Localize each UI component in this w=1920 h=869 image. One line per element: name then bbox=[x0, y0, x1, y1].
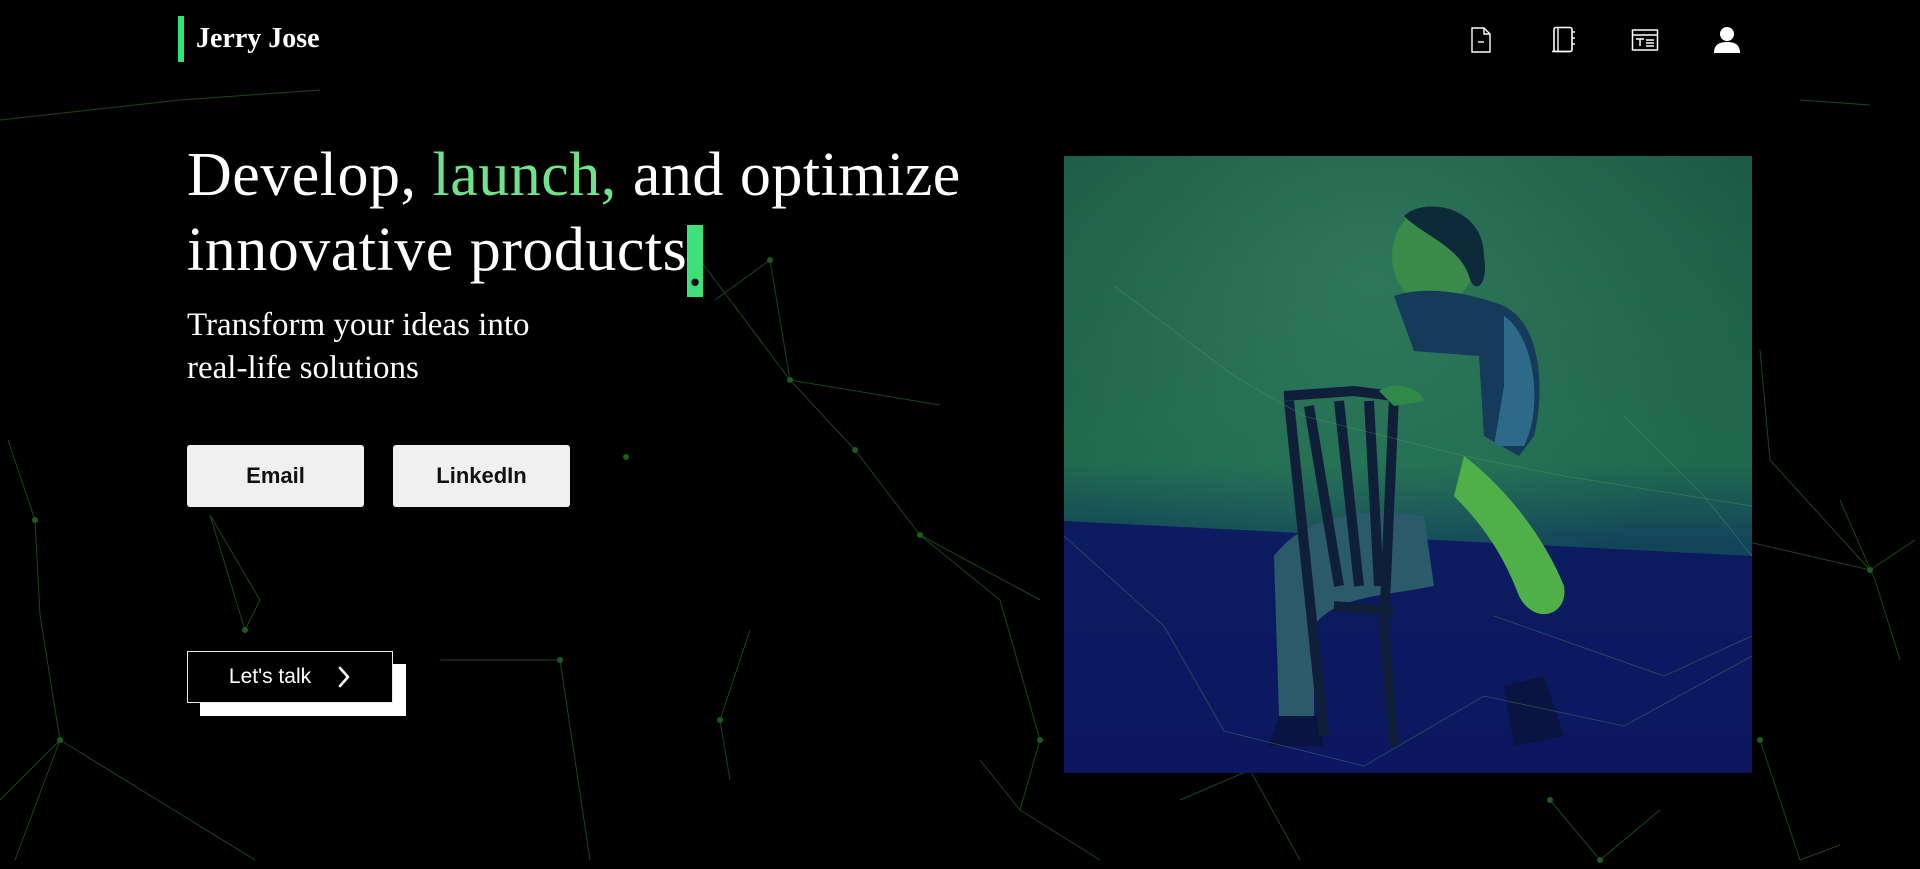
brand-name: Jerry Jose bbox=[196, 23, 320, 54]
projects-icon bbox=[1631, 29, 1659, 51]
nav-resume[interactable] bbox=[1440, 22, 1522, 58]
subhead-line2: real-life solutions bbox=[187, 350, 419, 386]
subhead-line1: Transform your ideas into bbox=[187, 307, 530, 343]
headline-cursor-dot: . bbox=[687, 225, 704, 299]
lets-talk-label: Let's talk bbox=[228, 665, 312, 688]
linkedin-button[interactable]: LinkedIn bbox=[393, 445, 570, 507]
document-icon bbox=[1471, 27, 1491, 53]
headline-accent: launch, bbox=[432, 141, 617, 209]
headline-part2: and optimize bbox=[616, 141, 961, 209]
portrait-image bbox=[1064, 156, 1752, 773]
nav-projects[interactable] bbox=[1604, 22, 1686, 58]
brand-logo[interactable]: Jerry Jose bbox=[178, 16, 320, 62]
nav-about[interactable] bbox=[1686, 22, 1768, 58]
top-nav bbox=[1440, 22, 1768, 58]
hero-subheading: Transform your ideas into real-life solu… bbox=[187, 304, 530, 390]
lets-talk-button[interactable]: Let's talk bbox=[187, 651, 393, 703]
portrait-photo bbox=[1064, 156, 1752, 773]
page: Jerry Jose Develop, launch, and optimize… bbox=[0, 0, 1920, 869]
headline-part1: Develop, bbox=[187, 141, 433, 209]
email-button[interactable]: Email bbox=[187, 445, 364, 507]
headline-line2: innovative products bbox=[187, 216, 688, 284]
nav-blog[interactable] bbox=[1522, 22, 1604, 58]
hero-headline: Develop, launch, and optimize innovative… bbox=[187, 138, 961, 299]
chevron-right-icon bbox=[338, 666, 350, 688]
user-icon bbox=[1714, 27, 1740, 53]
notebook-icon bbox=[1552, 26, 1575, 53]
